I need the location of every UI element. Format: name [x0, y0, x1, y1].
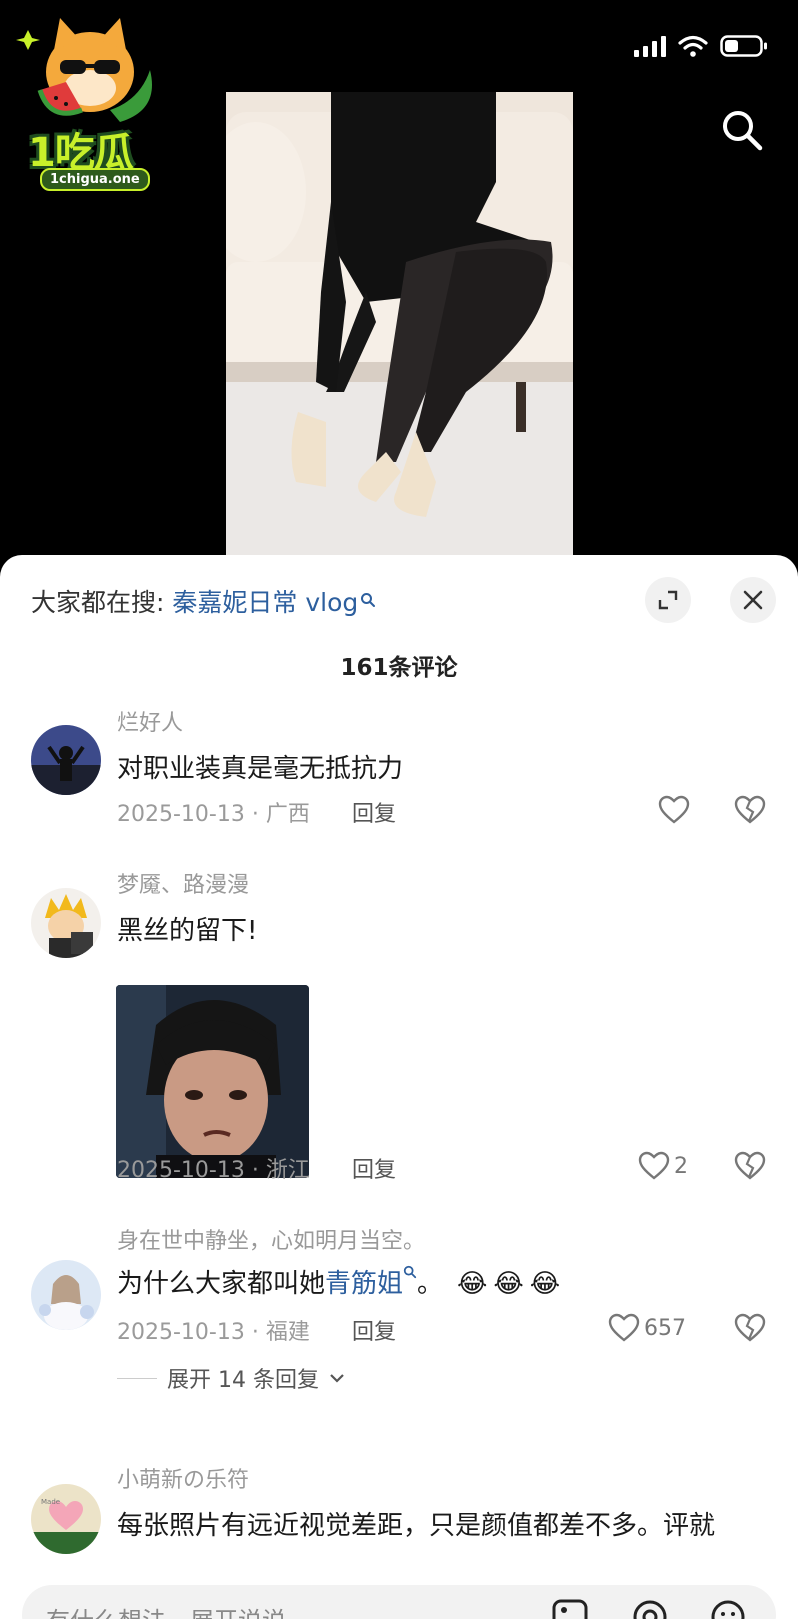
expand-button[interactable]	[645, 577, 691, 623]
comment-username[interactable]: 小萌新の乐符	[117, 1462, 249, 1494]
expand-replies-label: 展开 14 条回复	[167, 1368, 319, 1393]
comment-sheet: 大家都在搜: 秦嘉妮日常 vlog 161条评论 烂好人 对职业装真是毫无抵抗力	[0, 555, 798, 1619]
comment-meta: 2025-10-13 · 福建	[117, 1320, 310, 1345]
video-thumbnail-image	[226, 92, 573, 562]
reply-button[interactable]: 回复	[352, 1314, 396, 1346]
comment-text: 对职业装真是毫无抵抗力	[117, 754, 404, 784]
comment-input-placeholder[interactable]: 有什么想法，展开说说	[46, 1601, 286, 1619]
search-small-icon	[403, 1265, 417, 1299]
status-bar	[634, 34, 768, 58]
close-icon	[743, 590, 763, 610]
like-button[interactable]: 657	[608, 1313, 686, 1343]
reply-button[interactable]: 回复	[352, 796, 396, 828]
dislike-button[interactable]	[734, 1313, 766, 1347]
comment-username[interactable]: 身在世中静坐，心如明月当空。	[117, 1223, 425, 1255]
signal-icon	[634, 35, 666, 57]
comment-text: 每张照片有远近视觉差距，只是颜值都差不多。评就	[117, 1511, 716, 1541]
mention-icon[interactable]	[632, 1599, 668, 1619]
broken-heart-icon	[734, 1313, 766, 1342]
chevron-down-icon	[330, 1374, 344, 1383]
comment-text: 为什么大家都叫她青筋姐。 😂😂😂	[117, 1263, 566, 1300]
heart-icon	[658, 795, 690, 824]
battery-icon	[720, 34, 768, 58]
like-button[interactable]: 2	[638, 1151, 688, 1181]
close-button[interactable]	[730, 577, 776, 623]
comment-count: 161条评论	[340, 655, 458, 681]
like-count: 2	[674, 1153, 688, 1179]
expand-replies-button[interactable]: 展开 14 条回复	[117, 1362, 345, 1394]
like-count: 657	[644, 1315, 686, 1341]
reply-button[interactable]: 回复	[352, 1152, 396, 1184]
comment-meta: 2025-10-13 · 广西	[117, 802, 310, 827]
avatar[interactable]: Made	[31, 1484, 101, 1554]
dislike-button[interactable]	[734, 1151, 766, 1185]
heart-icon	[608, 1313, 640, 1342]
search-suggestion-term[interactable]: 秦嘉妮日常 vlog	[172, 588, 358, 617]
search-small-icon	[360, 585, 376, 614]
comment-meta: 2025-10-13 · 浙江	[117, 1158, 310, 1183]
wifi-icon	[678, 35, 708, 57]
heart-icon	[638, 1151, 670, 1180]
search-suggestion-prefix: 大家都在搜:	[31, 588, 173, 617]
avatar-caption: Made	[41, 1498, 60, 1506]
search-suggestion[interactable]: 大家都在搜: 秦嘉妮日常 vlog	[31, 583, 376, 619]
fox-mascot-icon	[16, 18, 152, 122]
comment-username[interactable]: 烂好人	[117, 705, 183, 737]
comment-text-part: 为什么大家都叫她	[117, 1269, 326, 1299]
video-area[interactable]: 1吃瓜 1chigua.one	[0, 0, 798, 562]
brand-logo: 1吃瓜 1chigua.one	[10, 10, 170, 191]
broken-heart-icon	[734, 795, 766, 824]
expand-icon	[658, 590, 678, 610]
broken-heart-icon	[734, 1151, 766, 1180]
dislike-button[interactable]	[734, 795, 766, 829]
comment-input-bar[interactable]: 有什么想法，展开说说	[22, 1585, 776, 1619]
logo-url-text: 1chigua.one	[40, 168, 150, 191]
video-frame[interactable]	[226, 92, 573, 562]
image-picker-icon[interactable]	[552, 1599, 588, 1619]
comment-text-part: 。	[417, 1269, 444, 1299]
avatar[interactable]	[31, 1260, 101, 1330]
laughing-emoji-icons: 😂😂😂	[457, 1269, 567, 1299]
emoji-icon[interactable]	[710, 1599, 746, 1619]
search-icon[interactable]	[720, 108, 764, 156]
comment-text: 黑丝的留下!	[117, 916, 258, 946]
avatar[interactable]	[31, 888, 101, 958]
comment-search-link[interactable]: 青筋姐	[325, 1269, 403, 1299]
comment-username[interactable]: 梦魇、路漫漫	[117, 867, 249, 899]
avatar[interactable]	[31, 725, 101, 795]
comment-sticker-image[interactable]	[116, 985, 309, 1178]
divider-line	[117, 1377, 157, 1379]
like-button[interactable]	[658, 795, 694, 825]
